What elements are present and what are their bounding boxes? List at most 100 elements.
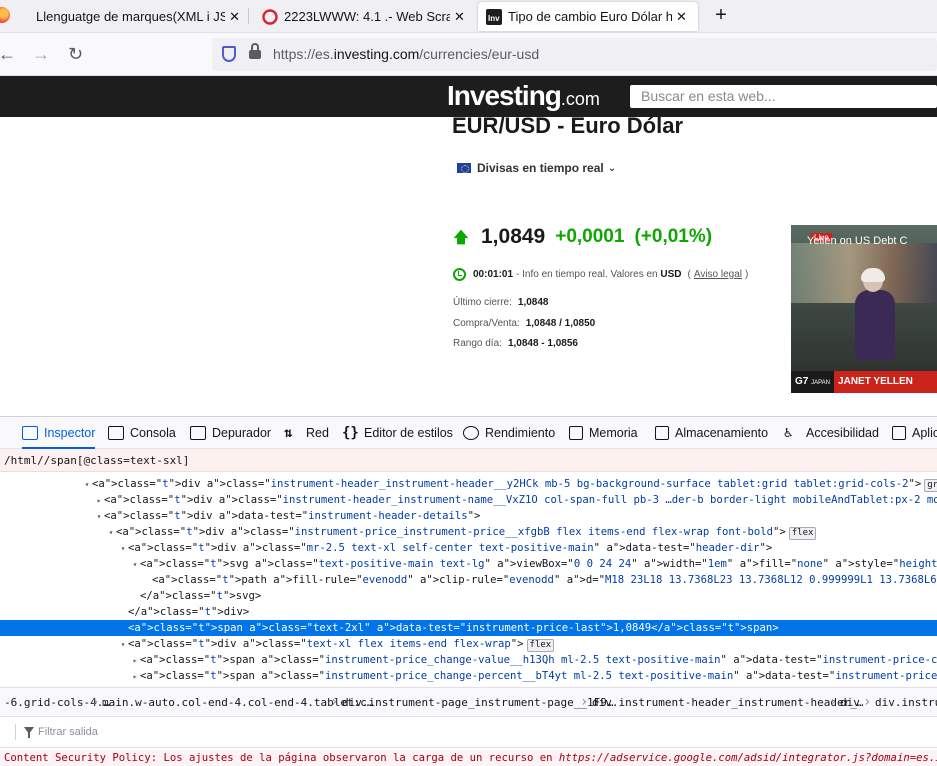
tab-label: Memoria — [589, 426, 638, 440]
stat-value: 1,0848 / 1,0850 — [525, 318, 596, 329]
page-title: EUR/USD - Euro Dólar — [452, 113, 684, 135]
tab-label: Accesibilidad — [806, 426, 879, 440]
breadcrumb-item[interactable]: div.instrume — [875, 696, 937, 709]
collapse-arrow-icon[interactable]: ▸ — [130, 653, 140, 669]
back-button[interactable]: ← — [0, 44, 16, 64]
clock-icon — [453, 268, 466, 281]
collapse-arrow-icon[interactable]: ▸ — [94, 493, 104, 509]
stat-label: Último cierre: — [453, 297, 512, 308]
firefox-icon[interactable] — [0, 7, 10, 23]
realtime-text: - Info en tiempo real. Valores en — [516, 269, 658, 280]
grid-badge[interactable]: grid — [924, 479, 937, 492]
browser-tab-web-scraping[interactable]: 2223LWWW: 4.1 .- Web Scraping ✕ — [262, 0, 466, 33]
tab-debugger[interactable]: Depurador — [190, 417, 271, 449]
tab-application[interactable]: Aplic — [892, 417, 937, 449]
markup-node[interactable]: ▾ <a">class="t">div a">class="mr-2.5 text… — [0, 540, 937, 556]
logo-main: Investing — [447, 80, 562, 111]
expand-arrow-icon[interactable]: ▾ — [118, 541, 128, 557]
tracking-protection-shield-icon[interactable] — [222, 46, 236, 62]
tab-memory[interactable]: Memoria — [569, 417, 638, 449]
video-thumbnail[interactable]: Live Yellen on US Debt C G7 JAPAN JANET Y… — [791, 225, 937, 393]
markup-node[interactable]: ▾ <a">class="t">div a">class="text-xl fle… — [0, 636, 937, 652]
video-caption: G7 JAPAN JANET YELLEN — [791, 371, 937, 393]
new-tab-button[interactable]: + — [710, 4, 732, 26]
expand-arrow-icon[interactable]: ▾ — [82, 477, 92, 493]
aviso-open: ( — [687, 269, 691, 280]
markup-code: <a">class="t">div a">class="instrument-h… — [92, 478, 922, 490]
breadcrumb-item[interactable]: div.instrument-header_instrument-header_… — [592, 696, 864, 709]
markup-node[interactable]: ▸ <a">class="t">div a">class="instrument-… — [0, 492, 937, 508]
breadcrumb-item[interactable]: div.instrument-page_instrument-page__1F9… — [342, 696, 614, 709]
html-search-input[interactable]: /html//span[@class=text-sxl] — [0, 449, 937, 472]
tab-label: 2223LWWW: 4.1 .- Web Scraping — [284, 9, 450, 24]
market-selector[interactable]: Divisas en tiempo real ⌄ — [457, 161, 616, 175]
markup-node[interactable]: ▸ <a">class="t">span a">class="instrument… — [0, 668, 937, 684]
legal-notice-link[interactable]: Aviso legal — [694, 269, 742, 280]
markup-code: <a">class="t">span a">class="text-2xl" a… — [128, 622, 779, 634]
tab-style-editor[interactable]: {} Editor de estilos — [342, 417, 453, 449]
tab-label: Llenguatge de marques(XML i JSON — [36, 9, 226, 24]
stat-day-range: Rango día: 1,0848 - 1,0856 — [453, 338, 578, 349]
markup-code: <a">class="t">span a">class="instrument-… — [140, 670, 937, 682]
expand-arrow-icon[interactable]: ▾ — [130, 557, 140, 573]
tab-performance[interactable]: Rendimiento — [463, 417, 555, 449]
tab-inspector[interactable]: Inspector — [22, 417, 96, 449]
expand-arrow-icon[interactable]: ▾ — [94, 509, 104, 525]
markup-node[interactable]: </a">class="t">div> — [0, 604, 937, 620]
breadcrumb-item[interactable]: div — [840, 696, 860, 709]
selected-markup-node[interactable]: <a">class="t">span a">class="text-2xl" a… — [0, 620, 937, 636]
accessibility-icon: ♿ — [784, 425, 793, 441]
collapse-arrow-icon[interactable]: ▸ — [130, 669, 140, 685]
markup-node[interactable]: ▾ <a">class="t">div a">class="instrument-… — [0, 476, 937, 492]
tab-console[interactable]: Consola — [108, 417, 176, 449]
filter-divider — [15, 724, 16, 740]
close-tab-icon[interactable]: ✕ — [454, 9, 465, 25]
markup-code: <a">class="t">div a">class="mr-2.5 text-… — [128, 542, 773, 554]
markup-node[interactable]: ▾ <a">class="t">div a">class="instrument-… — [0, 524, 937, 540]
site-search-input[interactable]: Buscar en esta web... — [630, 85, 937, 108]
stat-value: 1,0848 - 1,0856 — [507, 338, 578, 349]
close-tab-icon[interactable]: ✕ — [676, 9, 687, 25]
last-price: 1,0849 — [481, 225, 546, 248]
reload-button[interactable]: ↻ — [68, 44, 83, 64]
markup-node[interactable]: ▾ <a">class="t">svg a">class="text-positi… — [0, 556, 937, 572]
filter-input[interactable]: Filtrar salida — [38, 726, 98, 738]
forward-button[interactable]: → — [32, 44, 50, 64]
flex-badge[interactable]: flex — [526, 639, 555, 652]
investing-logo[interactable]: Investing.com — [447, 80, 600, 112]
timer: 00:01:01 — [473, 269, 514, 280]
csp-url[interactable]: https://adservice.google.com/adsid/integ… — [559, 752, 937, 764]
eu-flag-icon — [457, 163, 471, 173]
tab-accessibility[interactable]: ♿ Accesibilidad — [784, 417, 879, 449]
lock-icon[interactable] — [249, 43, 261, 60]
breadcrumb-separator: › — [580, 694, 589, 710]
markup-node[interactable]: ▾ <a">class="t">div a">data-test="instrum… — [0, 508, 937, 524]
markup-code: </a">class="t">div> — [128, 606, 250, 618]
stat-value: 1,0848 — [517, 297, 549, 308]
expand-arrow-icon[interactable]: ▾ — [106, 525, 116, 541]
csp-message: Content Security Policy: Los ajustes de … — [4, 752, 553, 764]
url-prefix: https://es. — [273, 46, 334, 62]
breadcrumb-separator: › — [330, 694, 339, 710]
markup-node[interactable]: </a">class="t">svg> — [0, 588, 937, 604]
realtime-info: 00:01:01 - Info en tiempo real. Valores … — [453, 268, 748, 281]
browser-tab-investing[interactable]: Inv Tipo de cambio Euro Dólar hoy ✕ — [478, 2, 698, 31]
address-bar[interactable]: https://es.investing.com/currencies/eur-… — [212, 38, 937, 71]
tab-divider — [248, 8, 249, 24]
g7-logo-text: G7 — [795, 376, 809, 387]
url-path: /currencies/eur-usd — [419, 46, 540, 62]
flex-badge[interactable]: flex — [788, 527, 817, 540]
tab-storage[interactable]: Almacenamiento — [655, 417, 768, 449]
console-filter[interactable]: Filtrar salida — [0, 717, 937, 748]
markup-node[interactable]: ▸ <a">class="t">span a">class="instrument… — [0, 652, 937, 668]
opera-moodle-icon — [262, 8, 278, 25]
tab-label: Depurador — [212, 426, 272, 440]
markup-node[interactable]: <a">class="t">path a">fill-rule="evenodd… — [0, 572, 937, 588]
expand-arrow-icon[interactable]: ▾ — [118, 637, 128, 653]
close-tab-icon[interactable]: ✕ — [229, 9, 240, 25]
browser-tab-xml-json[interactable]: Llenguatge de marques(XML i JSON ✕ — [36, 0, 240, 33]
tab-label: Red — [306, 426, 329, 440]
tab-network[interactable]: ⇅ Red — [284, 417, 329, 449]
g7-logo-sub: JAPAN — [811, 380, 831, 386]
url-text[interactable]: https://es.investing.com/currencies/eur-… — [273, 46, 539, 62]
